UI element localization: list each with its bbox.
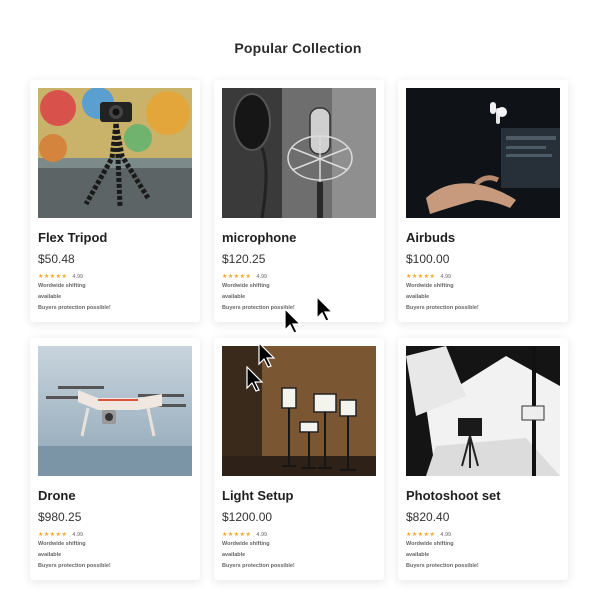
- star-rating-icon: ★★★★★: [406, 274, 436, 280]
- availability-text: available: [38, 552, 62, 558]
- section-title: Popular Collection: [234, 40, 362, 56]
- mouse-cursor-icon: [246, 366, 264, 392]
- protection-text: Buyers protection possible!: [406, 305, 479, 311]
- shipping-text: Wordwide shifting: [38, 283, 86, 289]
- airbuds-photo[interactable]: [406, 88, 560, 218]
- product-card-airbuds[interactable]: Airbuds $100.00 ★★★★★ 4.99 Wordwide shif…: [398, 80, 568, 322]
- rating-value: 4.99: [256, 273, 268, 280]
- protection-text: Buyers protection possible!: [38, 563, 111, 569]
- rating-value: 4.99: [72, 531, 84, 538]
- product-price: $50.48: [38, 252, 75, 266]
- availability-text: available: [38, 294, 62, 300]
- product-price: $120.25: [222, 252, 266, 266]
- microphone-photo[interactable]: [222, 88, 376, 218]
- rating-value: 4.99: [256, 531, 268, 538]
- protection-text: Buyers protection possible!: [406, 563, 479, 569]
- product-rating: ★★★★★ 4.99: [222, 273, 376, 281]
- rating-value: 4.99: [72, 273, 84, 280]
- star-rating-icon: ★★★★★: [222, 274, 252, 280]
- star-rating-icon: ★★★★★: [38, 274, 68, 280]
- shipping-text: Wordwide shifting: [222, 541, 270, 547]
- shipping-text: Wordwide shifting: [222, 283, 270, 289]
- availability-text: available: [406, 294, 430, 300]
- product-card-drone[interactable]: Drone $980.25 ★★★★★ 4.99 Wordwide shifti…: [30, 338, 200, 580]
- product-rating: ★★★★★ 4.99: [38, 531, 192, 539]
- shipping-text: Wordwide shifting: [406, 541, 454, 547]
- availability-text: available: [406, 552, 430, 558]
- product-price: $100.00: [406, 252, 450, 266]
- rating-value: 4.99: [440, 531, 452, 538]
- product-name[interactable]: Airbuds: [406, 230, 560, 245]
- product-rating: ★★★★★ 4.99: [406, 531, 560, 539]
- product-card-light-setup[interactable]: Light Setup $1200.00 ★★★★★ 4.99 Wordwide…: [214, 338, 384, 580]
- mouse-cursor-icon: [316, 296, 334, 322]
- star-rating-icon: ★★★★★: [38, 532, 68, 538]
- product-rating: ★★★★★ 4.99: [406, 273, 560, 281]
- star-rating-icon: ★★★★★: [222, 532, 252, 538]
- photoshoot-set-photo[interactable]: [406, 346, 560, 476]
- product-name[interactable]: microphone: [222, 230, 376, 245]
- product-card-photoshoot-set[interactable]: Photoshoot set $820.40 ★★★★★ 4.99 Wordwi…: [398, 338, 568, 580]
- product-price: $1200.00: [222, 510, 273, 524]
- product-name[interactable]: Photoshoot set: [406, 488, 560, 503]
- drone-photo[interactable]: [38, 346, 192, 476]
- availability-text: available: [222, 552, 246, 558]
- mouse-cursor-icon: [284, 308, 302, 334]
- product-price: $820.40: [406, 510, 450, 524]
- product-card-microphone[interactable]: microphone $120.25 ★★★★★ 4.99 Wordwide s…: [214, 80, 384, 322]
- product-rating: ★★★★★ 4.99: [38, 273, 192, 281]
- mouse-cursor-icon: [258, 342, 276, 368]
- rating-value: 4.99: [440, 273, 452, 280]
- product-name[interactable]: Light Setup: [222, 488, 376, 503]
- shipping-text: Wordwide shifting: [38, 541, 86, 547]
- product-card-flex-tripod[interactable]: Flex Tripod $50.48 ★★★★★ 4.99 Wordwide s…: [30, 80, 200, 322]
- product-price: $980.25: [38, 510, 82, 524]
- shipping-text: Wordwide shifting: [406, 283, 454, 289]
- tripod-photo[interactable]: [38, 88, 192, 218]
- star-rating-icon: ★★★★★: [406, 532, 436, 538]
- protection-text: Buyers protection possible!: [38, 305, 111, 311]
- product-rating: ★★★★★ 4.99: [222, 531, 376, 539]
- product-name[interactable]: Drone: [38, 488, 192, 503]
- availability-text: available: [222, 294, 246, 300]
- protection-text: Buyers protection possible!: [222, 563, 295, 569]
- product-name[interactable]: Flex Tripod: [38, 230, 192, 245]
